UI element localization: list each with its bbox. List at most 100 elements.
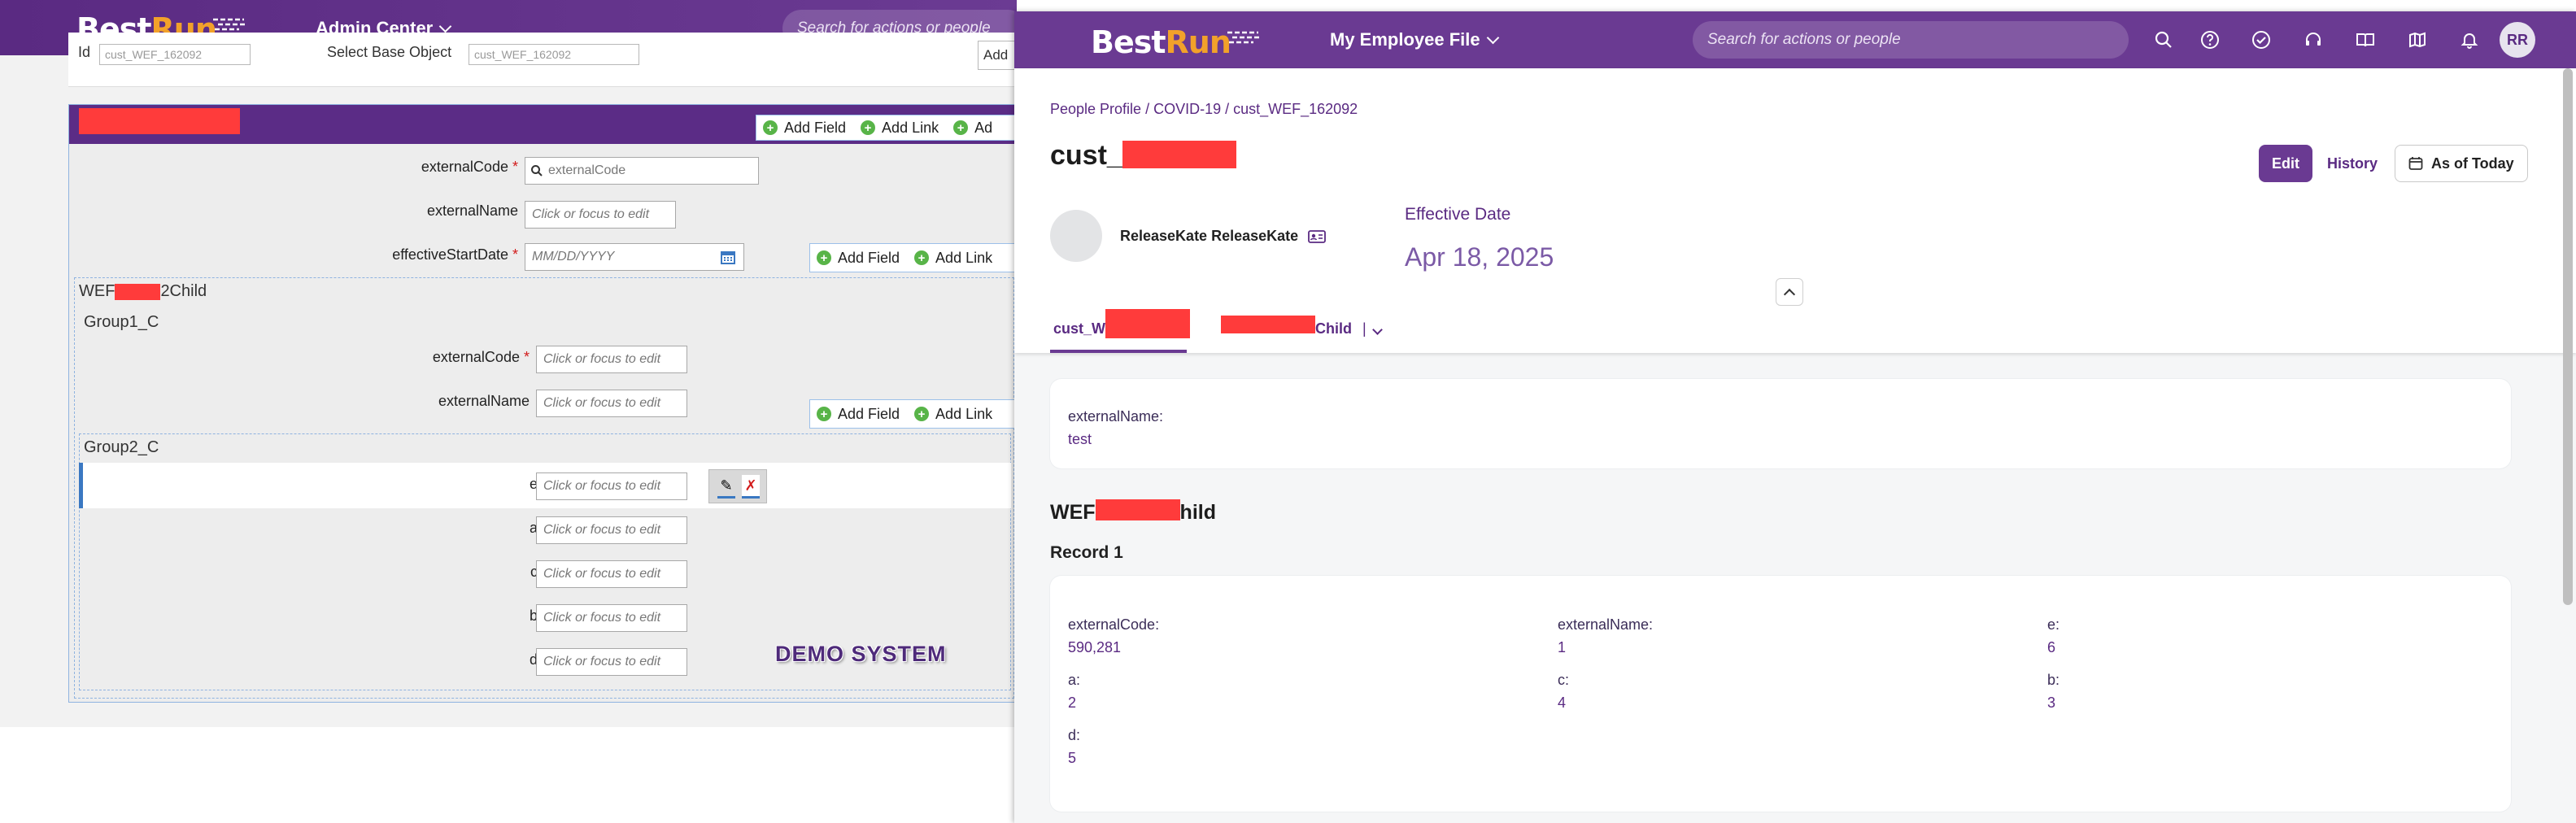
my-employee-file-menu[interactable]: My Employee File (1330, 29, 1499, 50)
redaction-block (79, 108, 240, 134)
add-link-button[interactable]: + Add Link (914, 250, 992, 267)
collapse-header-button[interactable] (1776, 278, 1803, 306)
date-placeholder: MM/DD/YYYY (532, 250, 615, 263)
vertical-scrollbar[interactable] (2563, 68, 2573, 605)
group2-e-input[interactable]: Click or focus to edit (536, 472, 687, 500)
record-value-d: 5 (1068, 750, 1077, 766)
base-object-select[interactable]: cust_WEF_162092 (469, 44, 639, 65)
plus-icon: + (817, 250, 831, 265)
tab-cust[interactable]: cust_W (1053, 309, 1191, 339)
record-value-externalname: 1 (1558, 639, 1567, 655)
group1-externalcode-input[interactable]: Click or focus to edit (536, 346, 687, 373)
add-field-label: Add Field (838, 405, 900, 422)
effective-date-value[interactable]: Apr 18, 2025 (1405, 242, 1554, 272)
as-of-today-button[interactable]: As of Today (2395, 145, 2528, 182)
admin-center-window: Best Run Admin Center Search for actions … (0, 0, 1017, 727)
add-cut-button[interactable]: + Ad (953, 120, 992, 137)
external-name-value: test (1068, 431, 1092, 447)
notification-bell-icon[interactable] (2459, 29, 2480, 50)
toolbar-middle: + Add Field + Add Link (809, 243, 1017, 272)
as-of-today-label: As of Today (2431, 155, 2514, 172)
support-headset-icon[interactable] (2303, 29, 2324, 50)
group1-externalname-input[interactable]: Click or focus to edit (536, 390, 687, 417)
learning-book-icon[interactable] (2355, 29, 2376, 50)
edit-button[interactable]: Edit (2259, 145, 2312, 182)
record-value-a: 2 (1068, 695, 1077, 711)
record-card: externalCode: 590,281 externalName: 1 e:… (1050, 576, 2511, 812)
person-avatar (1050, 210, 1102, 262)
id-input[interactable]: cust_WEF_162092 (99, 44, 251, 65)
record-label-a: a: (1068, 672, 1081, 688)
field-label-externalcode: externalCode * (421, 159, 518, 175)
tab-more-menu[interactable]: | (1362, 320, 1383, 337)
record-label-e: e: (2047, 616, 2060, 633)
record-value-b: 3 (2047, 695, 2056, 711)
add-link-button[interactable]: + Add Link (861, 120, 939, 137)
guide-map-icon[interactable] (2407, 29, 2428, 50)
child-section-title: WEF 2Child (79, 282, 207, 300)
group2-d-input[interactable]: Click or focus to edit (536, 648, 687, 676)
chevron-up-icon (1783, 288, 1796, 300)
delete-x-icon[interactable]: ✗ (742, 475, 760, 499)
add-field-button[interactable]: + Add Field (817, 250, 900, 267)
calendar-icon[interactable] (721, 250, 735, 264)
record-label-externalname: externalName: (1558, 616, 1654, 633)
group2-a-input[interactable]: Click or focus to edit (536, 516, 687, 544)
child-section-heading: WEF hild (1050, 499, 1216, 524)
group1-label-externalname: externalName (438, 393, 530, 409)
redaction-block (1105, 309, 1191, 339)
add-field-label: Add Field (838, 249, 900, 266)
approvals-check-icon[interactable] (2251, 29, 2272, 50)
person-name[interactable]: ReleaseKate ReleaseKate (1120, 228, 1327, 245)
base-object-label: Select Base Object (327, 44, 452, 60)
help-icon[interactable] (2199, 29, 2221, 50)
demo-system-watermark: DEMO SYSTEM (775, 642, 947, 666)
edit-pencil-icon[interactable]: ✎ (717, 475, 735, 499)
add-button-cut[interactable]: Add (978, 41, 1017, 70)
add-field-button[interactable]: + Add Field (763, 120, 846, 137)
effectivestartdate-input[interactable]: MM/DD/YYYY (525, 243, 744, 271)
group2-b-input[interactable]: Click or focus to edit (536, 604, 687, 632)
chevron-down-icon (1486, 31, 1499, 44)
id-label: Id (78, 44, 91, 60)
plus-icon: + (861, 120, 876, 135)
record-label-b: b: (2047, 672, 2060, 688)
search-icon[interactable] (2153, 29, 2174, 50)
object-selector-strip: Id cust_WEF_162092 Select Base Object cu… (68, 33, 1017, 87)
add-field-button[interactable]: + Add Field (817, 406, 900, 423)
external-name-card: externalName: test (1050, 379, 2511, 468)
plus-icon: + (817, 407, 831, 421)
logo-text-run: Run (1165, 24, 1231, 60)
chevron-down-icon (438, 20, 452, 33)
configuration-panel: + Add Field + Add Link + Ad externalCode * … (68, 104, 1017, 703)
add-link-label: Add Link (935, 405, 993, 422)
bestrun-logo[interactable]: Best Run (1091, 24, 1262, 60)
field-label-effectivestartdate: effectiveStartDate * (392, 246, 518, 263)
plus-icon: + (953, 120, 969, 135)
logo-text-best: Best (1091, 24, 1166, 60)
toolbar-group1: + Add Field + Add Link (809, 399, 1017, 429)
logo-streaks-icon (1227, 31, 1262, 44)
base-object-value: cust_WEF_162092 (474, 48, 572, 61)
group1-label-externalcode: externalCode * (432, 349, 530, 365)
record-value-externalcode: 590,281 (1068, 639, 1122, 655)
add-link-button[interactable]: + Add Link (914, 406, 992, 423)
business-card-icon[interactable] (1308, 229, 1327, 244)
my-employee-file-label: My Employee File (1330, 29, 1480, 50)
employee-search-input[interactable]: Search for actions or people (1693, 21, 2129, 59)
breadcrumb[interactable]: People Profile / COVID-19 / cust_WEF_162… (1050, 101, 1358, 118)
group2-c-input[interactable]: Click or focus to edit (536, 560, 687, 588)
active-tab-indicator (1050, 350, 1187, 353)
toolbar-top: + Add Field + Add Link + Ad (756, 115, 1017, 141)
plus-icon: + (914, 407, 930, 421)
externalcode-input[interactable]: externalCode (525, 157, 759, 185)
add-cut-label: Ad (974, 119, 993, 136)
history-button[interactable]: History (2327, 145, 2378, 182)
externalname-input[interactable]: Click or focus to edit (525, 201, 676, 229)
group2-title: Group2_C (84, 438, 159, 456)
record-value-e: 6 (2047, 639, 2056, 655)
record-label-c: c: (1558, 672, 1570, 688)
redaction-block (1221, 316, 1315, 334)
user-avatar[interactable]: RR (2500, 22, 2535, 58)
tab-child[interactable]: Child (1221, 316, 1352, 337)
